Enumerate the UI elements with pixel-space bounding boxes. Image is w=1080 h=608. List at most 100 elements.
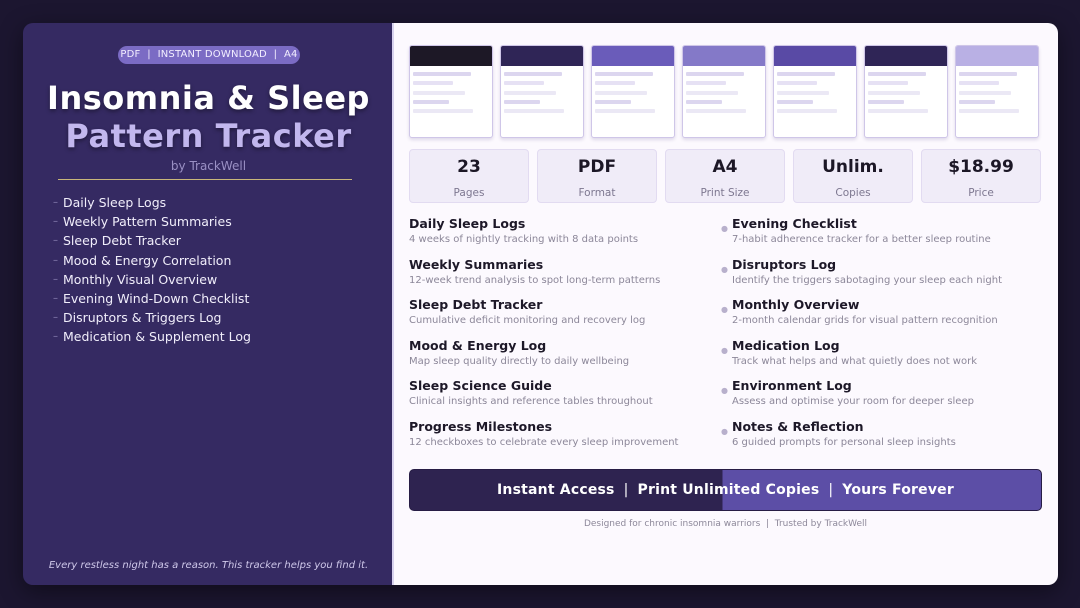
feature-item: Weekly Summaries 12-week trend analysis t… [409, 257, 725, 286]
thumbnail-line [777, 81, 817, 85]
thumbnail-line [868, 72, 926, 76]
thumbnail-line [504, 72, 562, 76]
thumbnail-line [777, 100, 813, 104]
thumbnail-header [683, 46, 765, 66]
feature-list: – Daily Sleep Logs – Weekly Pattern Summar… [53, 193, 251, 347]
feature-list-label: Mood & Energy Correlation [63, 252, 232, 268]
thumbnail-line [959, 100, 995, 104]
thumbnail-line [868, 109, 928, 113]
feature-title: Sleep Debt Tracker [409, 297, 543, 312]
feature-desc: 7-habit adherence tracker for a better s… [732, 234, 991, 245]
dash-icon: – [53, 254, 58, 266]
stats-row: 23 Pages PDF Format A4 Print Size Unlim. Cop… [409, 149, 1041, 203]
left-panel: PDF | INSTANT DOWNLOAD | A4 Insomnia & S… [23, 23, 394, 585]
feature-list-item: – Monthly Visual Overview [53, 270, 251, 289]
thumbnail-line [595, 91, 647, 95]
stat-value: A4 [712, 157, 738, 177]
feature-desc: 2-month calendar grids for visual patter… [732, 315, 998, 326]
feature-title: Daily Sleep Logs [409, 216, 526, 231]
cta-banner[interactable]: Instant Access | Print Unlimited Copies … [409, 469, 1042, 511]
dash-icon: – [53, 273, 58, 285]
feature-list-label: Daily Sleep Logs [63, 195, 167, 211]
thumbnail-line [777, 109, 837, 113]
bullet-icon: ● [721, 386, 728, 395]
thumbnail-header [410, 46, 492, 66]
thumbnail-line [504, 91, 556, 95]
right-panel: 23 Pages PDF Format A4 Print Size Unlim. Cop… [394, 23, 1058, 585]
thumbnail-line [777, 91, 829, 95]
feature-item: Progress Milestones 12 checkboxes to cele… [409, 419, 725, 448]
page-preview-thumbnail [409, 45, 493, 138]
stat-price: $18.99 Price [921, 149, 1041, 203]
cta-separator: | [623, 482, 629, 498]
stat-label: Pages [453, 187, 485, 199]
feature-title: Evening Checklist [732, 216, 857, 231]
thumbnail-line [686, 109, 746, 113]
feature-item: ● Notes & Reflection 6 guided prompts for … [721, 418, 1048, 448]
page-preview-thumbnail [773, 45, 857, 138]
bullet-icon: ● [721, 345, 728, 355]
feature-desc: Cumulative deficit monitoring and recove… [409, 315, 646, 326]
thumbnail-header [592, 46, 674, 66]
feature-list-item: – Sleep Debt Tracker [53, 231, 251, 250]
feature-list-item: – Mood & Energy Correlation [53, 251, 251, 270]
footer-note: Designed for chronic insomnia warriors |… [583, 519, 868, 529]
thumbnail-line [686, 100, 722, 104]
stat-value: PDF [577, 157, 617, 177]
page-preview-thumbnail [864, 45, 948, 138]
feature-list-item: – Disruptors & Triggers Log [53, 308, 251, 327]
feature-list-label: Sleep Debt Tracker [63, 233, 181, 249]
thumbnail-line [868, 91, 920, 95]
thumbnail-line [413, 72, 471, 76]
feature-desc: Clinical insights and reference tables t… [409, 396, 653, 407]
stat-label: Price [968, 187, 994, 199]
thumbnail-line [413, 109, 473, 113]
feature-list-label: Evening Wind-Down Checklist [63, 291, 250, 307]
bullet-icon: ● [721, 264, 728, 274]
stat-copies: Unlim. Copies [793, 149, 913, 203]
cta-yours-forever: Yours Forever [842, 482, 954, 498]
page-previews [409, 45, 1039, 138]
tagline-quote: Every restless night has a reason. This … [48, 560, 369, 571]
feature-desc: 12-week trend analysis to spot long-term… [409, 274, 661, 286]
thumbnail-line [868, 100, 904, 104]
feature-list-item: – Medication & Supplement Log [53, 327, 251, 346]
thumbnail-line [868, 81, 908, 85]
thumbnail-line [595, 72, 653, 76]
feature-desc: Identify the triggers sabotaging your sl… [732, 274, 1003, 286]
stat-value: $18.99 [948, 157, 1014, 177]
product-card: PDF | INSTANT DOWNLOAD | A4 Insomnia & S… [23, 23, 1058, 585]
feature-title: Notes & Reflection [732, 418, 864, 434]
feature-list-label: Disruptors & Triggers Log [63, 310, 222, 326]
feature-title: Progress Milestones [409, 418, 553, 434]
feature-item: ● Environment Log Assess and optimise your… [721, 378, 1048, 407]
bullet-icon: ● [721, 305, 728, 314]
feature-list-label: Weekly Pattern Summaries [63, 214, 232, 230]
feature-desc: 4 weeks of nightly tracking with 8 data … [409, 234, 639, 245]
page-preview-thumbnail [682, 45, 766, 138]
page-preview-thumbnail [591, 45, 675, 138]
title-line-1: Insomnia & Sleep [47, 79, 370, 117]
thumbnail-line [595, 100, 631, 104]
stat-pages: 23 Pages [409, 149, 529, 203]
thumbnail-line [595, 81, 635, 85]
feature-desc: 6 guided prompts for personal sleep insi… [732, 436, 956, 448]
feature-title: Sleep Science Guide [409, 378, 552, 393]
thumbnail-line [504, 81, 544, 85]
dash-icon: – [53, 235, 58, 247]
stat-value: Unlim. [822, 157, 884, 177]
feature-item: Mood & Energy Log Map sleep quality direc… [409, 338, 725, 367]
cta-instant-access: Instant Access [497, 482, 615, 498]
thumbnail-header [956, 46, 1038, 66]
feature-item: Daily Sleep Logs 4 weeks of nightly track… [409, 216, 725, 245]
stat-print-size: A4 Print Size [665, 149, 785, 203]
title-line-2: Pattern Tracker [65, 117, 352, 155]
page-preview-thumbnail [955, 45, 1039, 138]
feature-list-item: – Weekly Pattern Summaries [53, 212, 251, 231]
feature-title: Mood & Energy Log [409, 337, 547, 353]
thumbnail-line [413, 81, 453, 85]
feature-item: Sleep Debt Tracker Cumulative deficit mon… [409, 297, 725, 326]
thumbnail-header [774, 46, 856, 66]
thumbnail-line [504, 100, 540, 104]
feature-list-label: Monthly Visual Overview [63, 271, 218, 287]
